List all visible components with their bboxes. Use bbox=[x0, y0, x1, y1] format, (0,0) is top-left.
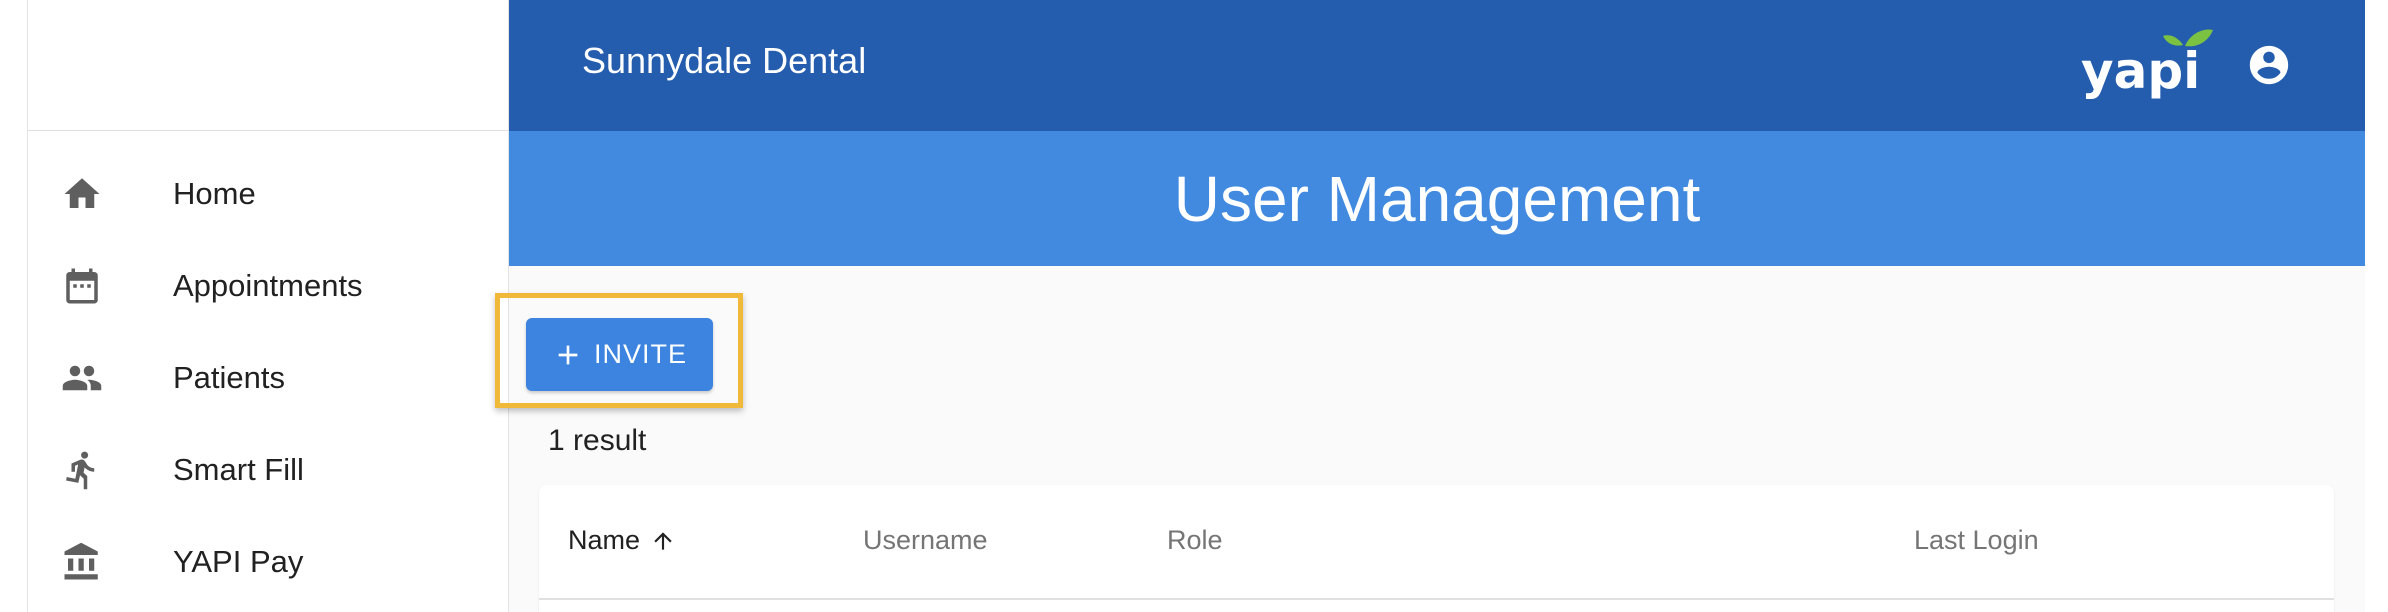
sidebar-item-label: Home bbox=[173, 176, 256, 211]
sidebar-item-home[interactable]: Home bbox=[28, 148, 508, 240]
sidebar-item-yapi-pay[interactable]: YAPI Pay bbox=[28, 516, 508, 608]
column-header-name[interactable]: Name bbox=[568, 525, 676, 556]
plus-icon bbox=[558, 345, 578, 364]
invite-button-label: INVITE bbox=[593, 339, 687, 369]
sort-ascending-icon[interactable] bbox=[650, 528, 676, 554]
column-header-username[interactable]: Username bbox=[863, 525, 988, 556]
sidebar-item-label: YAPI Pay bbox=[173, 544, 304, 579]
sidebar-item-patients[interactable]: Patients bbox=[28, 332, 508, 424]
result-count: 1 result bbox=[548, 424, 647, 457]
title-banner: User Management bbox=[509, 131, 2365, 266]
logo-text: yapi bbox=[2081, 42, 2200, 100]
invite-button[interactable]: INVITE bbox=[526, 318, 713, 391]
calendar-icon bbox=[61, 265, 103, 307]
yapi-logo: yapi bbox=[2081, 29, 2213, 100]
sidebar-item-label: Appointments bbox=[173, 268, 363, 303]
practice-name: Sunnydale Dental bbox=[582, 40, 867, 81]
column-header-label: Role bbox=[1167, 525, 1223, 555]
column-header-role[interactable]: Role bbox=[1167, 525, 1223, 556]
column-header-label: Name bbox=[568, 525, 641, 555]
column-header-last-login[interactable]: Last Login bbox=[1914, 525, 2039, 556]
bank-icon bbox=[61, 541, 103, 583]
sidebar-item-smart-fill[interactable]: Smart Fill bbox=[28, 424, 508, 516]
column-header-label: Username bbox=[863, 525, 988, 555]
sidebar-item-label: Patients bbox=[173, 360, 286, 395]
home-icon bbox=[61, 173, 103, 215]
sidebar: Home Appointments Patients Smart Fill YA bbox=[27, 0, 509, 612]
running-person-icon bbox=[61, 449, 103, 491]
top-app-bar: Sunnydale Dental yapi bbox=[509, 0, 2365, 131]
sidebar-item-label: Smart Fill bbox=[173, 452, 304, 487]
people-icon bbox=[61, 357, 103, 399]
table-header-row: Name Username Role Last Login bbox=[539, 485, 2334, 600]
page-title: User Management bbox=[1173, 162, 1701, 235]
sidebar-item-appointments[interactable]: Appointments bbox=[28, 240, 508, 332]
account-circle-icon[interactable] bbox=[2246, 42, 2292, 88]
column-header-label: Last Login bbox=[1914, 525, 2039, 555]
sidebar-header bbox=[28, 0, 508, 131]
users-table: Name Username Role Last Login bbox=[539, 485, 2334, 612]
app-page: Home Appointments Patients Smart Fill YA bbox=[0, 0, 2388, 612]
